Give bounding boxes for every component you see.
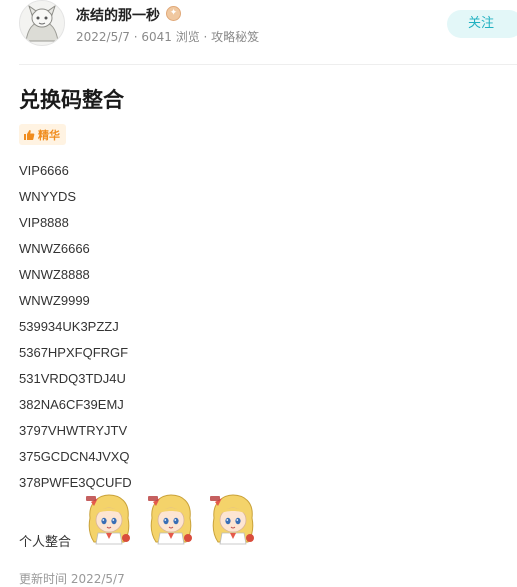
featured-tag-label: 精华 xyxy=(38,128,60,142)
redeem-code-item: 531VRDQ3TDJ4U xyxy=(19,371,126,386)
article-title: 兑换码整合 xyxy=(19,88,124,112)
redeem-code-list: VIP6666 WNYYDS VIP8888 WNWZ6666 WNWZ8888 WNWZ… xyxy=(19,162,132,500)
anime-girl-sticker-icon xyxy=(209,494,255,545)
gold-medal-icon: ✦ xyxy=(166,6,181,21)
header-divider xyxy=(19,64,517,65)
redeem-code-item: 3797VHWTRYJTV xyxy=(19,423,128,438)
redeem-code-item: 5367HPXFQFRGF xyxy=(19,345,129,360)
redeem-code-item: WNWZ8888 xyxy=(19,267,90,282)
author-avatar[interactable] xyxy=(19,0,65,46)
avatar-image xyxy=(20,1,64,45)
redeem-code-item: VIP8888 xyxy=(19,215,69,230)
redeem-code-item: VIP6666 xyxy=(19,163,69,178)
anime-girl-sticker-icon xyxy=(147,494,193,545)
updated-time: 更新时间 2022/5/7 xyxy=(19,572,125,586)
redeem-code-item: 539934UK3PZZJ xyxy=(19,319,119,334)
post-header: 冻结的那一秒 ✦ 2022/5/7 · 6041 浏览 · 攻略秘笈 关注 xyxy=(0,0,517,64)
author-name[interactable]: 冻结的那一秒 xyxy=(76,5,160,25)
closing-text: 个人整合 xyxy=(19,535,72,550)
thumbs-up-icon xyxy=(24,129,35,140)
post-meta: 2022/5/7 · 6041 浏览 · 攻略秘笈 xyxy=(76,30,260,44)
featured-tag: 精华 xyxy=(19,124,66,145)
redeem-code-item: WNWZ6666 xyxy=(19,241,90,256)
anime-girl-sticker-icon xyxy=(85,494,131,545)
follow-button[interactable]: 关注 xyxy=(447,10,517,38)
redeem-code-item: 382NA6CF39EMJ xyxy=(19,397,124,412)
redeem-code-item: WNYYDS xyxy=(19,189,77,204)
redeem-code-item: 375GCDCN4JVXQ xyxy=(19,449,130,464)
redeem-code-item: WNWZ9999 xyxy=(19,293,90,308)
